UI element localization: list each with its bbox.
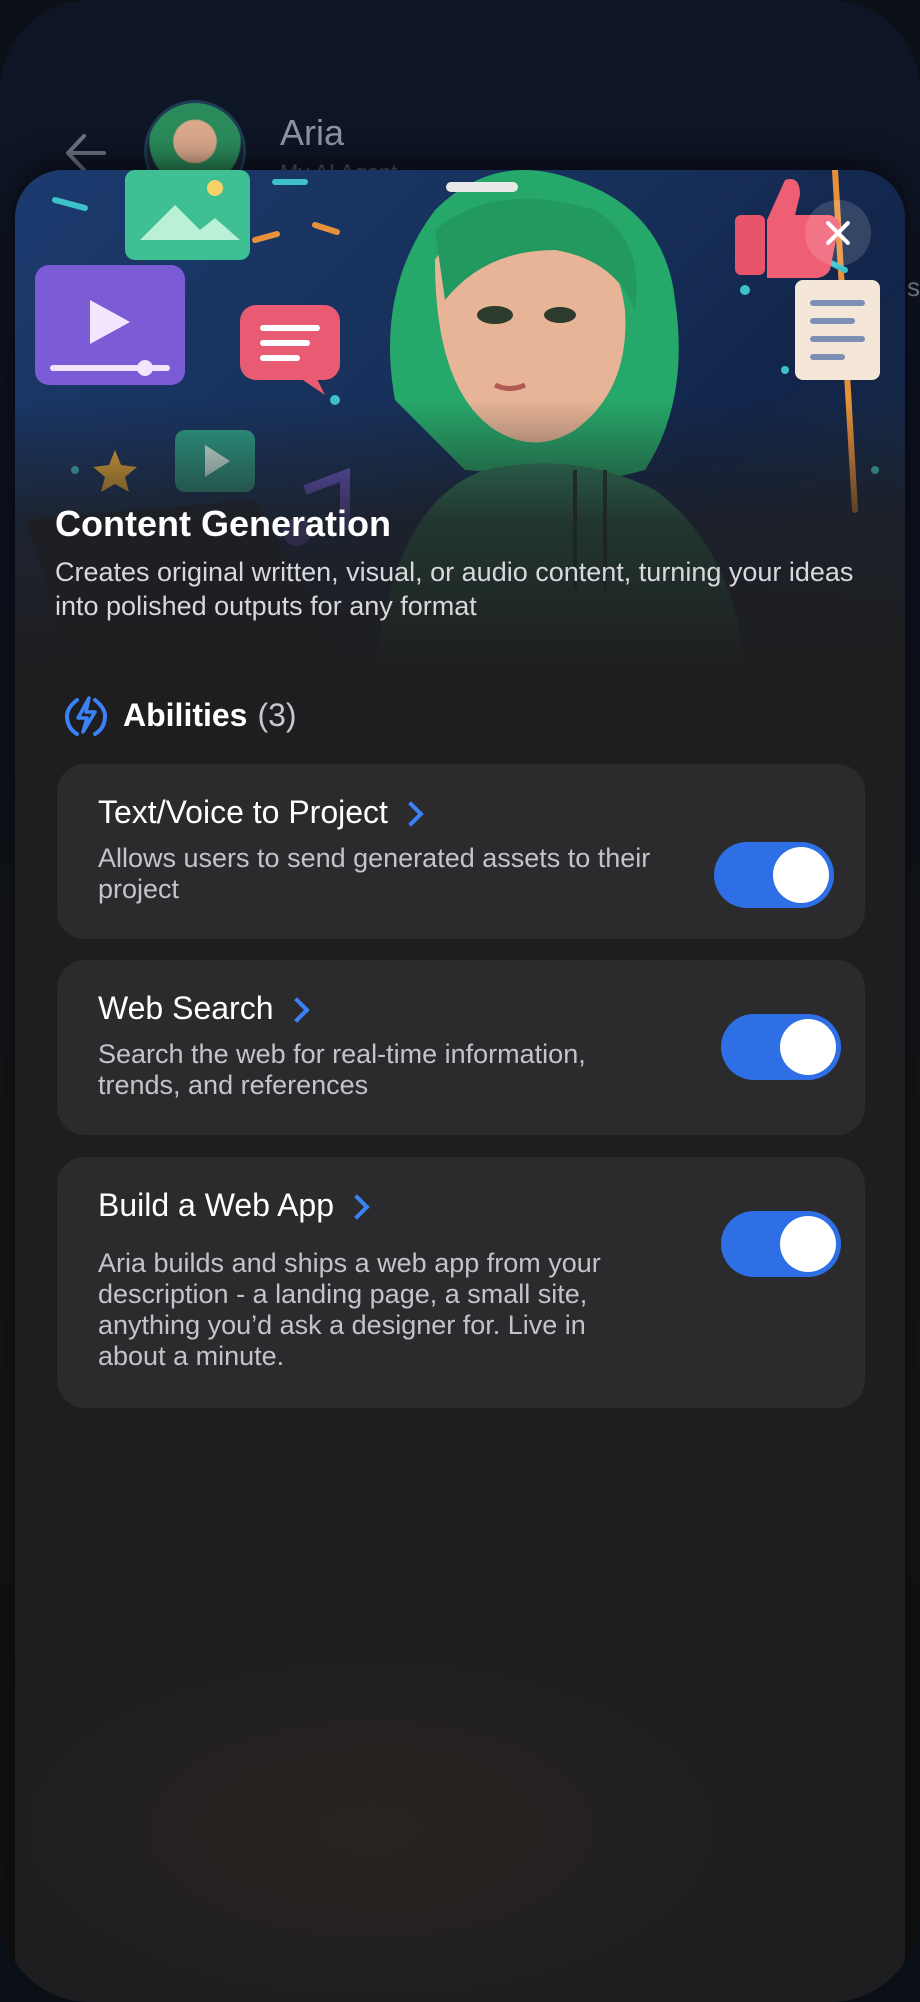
ability-description: Allows users to send generated assets to… [98, 843, 651, 904]
ability-description: Aria builds and ships a web app from you… [98, 1248, 601, 1371]
ability-title: Text/Voice to Project [98, 794, 388, 830]
toggle-knob [780, 1216, 836, 1272]
close-icon[interactable] [805, 200, 871, 266]
background-peek-text: s [907, 272, 920, 302]
ability-card-text-voice-to-project[interactable]: Text/Voice to Project Allows users to se… [57, 764, 865, 939]
toggle-knob [773, 847, 829, 903]
ability-title-row[interactable]: Build a Web App [98, 1187, 370, 1224]
lightning-bolt-icon [64, 696, 108, 736]
phone-screen: Aria My AI Agent s [0, 0, 920, 2002]
sheet-drag-handle[interactable] [446, 182, 518, 192]
toggle-knob [780, 1019, 836, 1075]
chevron-right-icon [283, 996, 310, 1023]
hero-description: Creates original written, visual, or aud… [55, 557, 854, 621]
hero-title: Content Generation [55, 503, 392, 544]
chevron-right-icon [344, 1193, 370, 1220]
agent-name: Aria [280, 112, 345, 153]
ability-toggle-build-a-web-app[interactable] [721, 1211, 841, 1277]
abilities-count: (3) [257, 696, 297, 733]
hero-illustration: Content Generation Creates original writ… [15, 170, 905, 670]
ability-description: Search the web for real-time information… [98, 1039, 586, 1100]
background-blur [15, 1570, 905, 2002]
ability-title-row[interactable]: Web Search [98, 990, 310, 1027]
abilities-title: Abilities [123, 696, 248, 733]
ability-detail-sheet: Content Generation Creates original writ… [15, 170, 905, 2002]
ability-title: Build a Web App [98, 1187, 335, 1223]
ability-toggle-text-voice-to-project[interactable] [714, 842, 834, 908]
abilities-header: Abilities (3) [63, 690, 297, 740]
ability-toggle-web-search[interactable] [721, 1014, 841, 1080]
ability-title: Web Search [98, 990, 274, 1026]
ability-card-web-search[interactable]: Web Search Search the web for real-time … [57, 960, 865, 1135]
ability-card-build-a-web-app[interactable]: Build a Web App Aria builds and ships a … [57, 1157, 865, 1408]
ability-title-row[interactable]: Text/Voice to Project [98, 794, 424, 831]
chevron-right-icon [398, 800, 424, 827]
